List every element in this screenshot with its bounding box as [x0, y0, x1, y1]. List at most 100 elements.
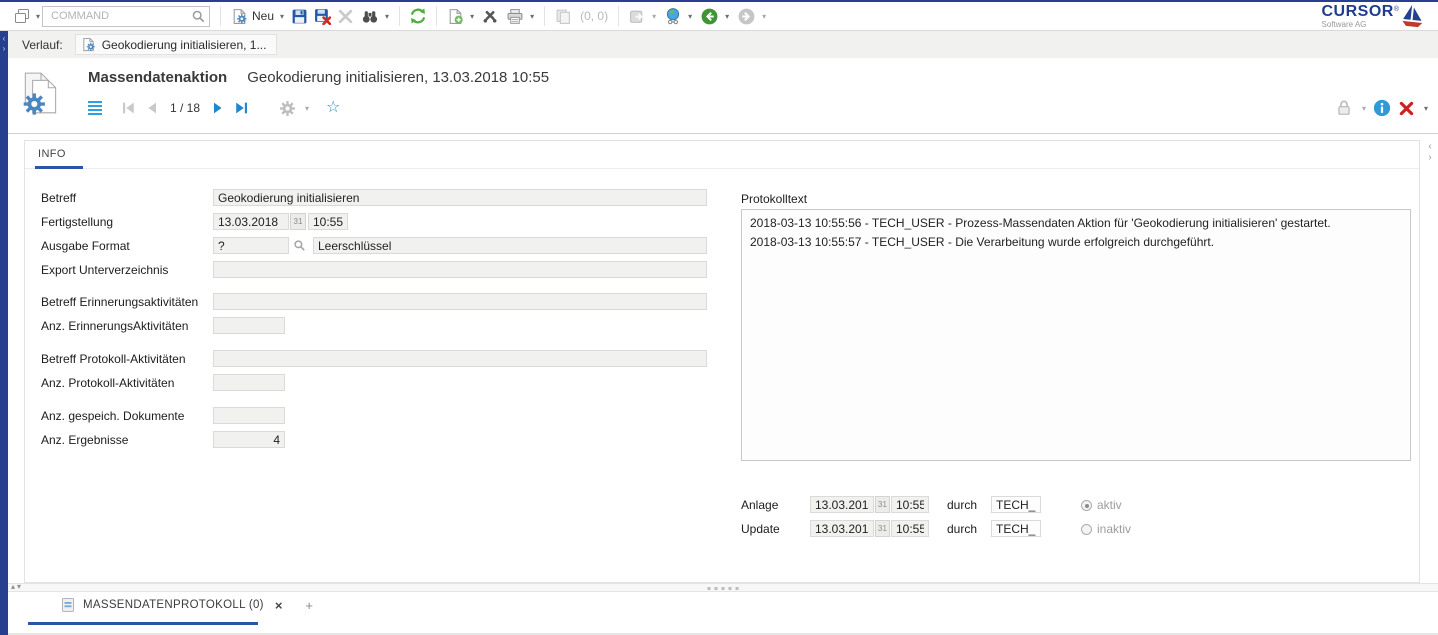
refresh-button[interactable] — [406, 5, 430, 27]
search-records-button[interactable]: ▾ — [357, 6, 393, 27]
search-records-caret[interactable]: ▾ — [385, 12, 389, 21]
history-bar: Verlauf: Geokodierung initialisieren, 1.… — [8, 31, 1438, 58]
export-caret[interactable]: ▾ — [652, 12, 656, 21]
navigate-forward-button[interactable]: ▾ — [733, 5, 770, 28]
log-line: 2018-03-13 10:55:56 - TECH_USER - Prozes… — [750, 214, 1402, 233]
document-plus-icon — [447, 8, 464, 25]
splitter-drag-handle[interactable] — [708, 587, 739, 590]
previous-record-button[interactable] — [144, 100, 160, 116]
save-close-icon — [314, 8, 331, 25]
betreff-erinnerungsaktivitaeten-input[interactable] — [213, 293, 707, 310]
copy-stack-icon — [555, 8, 572, 25]
window-switcher-caret[interactable]: ▾ — [36, 12, 40, 21]
delete-button[interactable] — [334, 6, 357, 27]
ausgabe-format-lookup-icon[interactable] — [293, 239, 306, 252]
record-detail-panel: INFO Betreff Fertigstellung 31 Ausgabe F… — [24, 140, 1420, 583]
ausgabe-format-key-input[interactable] — [213, 237, 289, 254]
horizontal-splitter[interactable]: ▴▾ — [8, 583, 1438, 592]
fertigstellung-date-input[interactable] — [213, 213, 289, 230]
search-icon[interactable] — [191, 9, 206, 24]
lock-icon[interactable] — [1335, 99, 1353, 117]
save-and-close-button[interactable] — [311, 6, 334, 27]
lock-caret[interactable]: ▾ — [1362, 104, 1366, 113]
anlage-user-input[interactable] — [991, 496, 1041, 513]
update-user-input[interactable] — [991, 520, 1041, 537]
new-record-button[interactable]: Neu ▾ — [227, 6, 288, 27]
inaktiv-radio[interactable] — [1081, 524, 1092, 535]
fertigstellung-calendar-button[interactable]: 31 — [290, 213, 306, 230]
betreff-protokoll-aktivitaeten-label: Betreff Protokoll-Aktivitäten — [41, 352, 186, 366]
close-record-caret[interactable]: ▾ — [1424, 104, 1428, 113]
anz-ergebnisse-input[interactable] — [213, 431, 285, 448]
globe-icon — [664, 7, 682, 25]
logo-subtitle: Software AG — [1321, 21, 1399, 29]
history-item[interactable]: Geokodierung initialisieren, 1... — [75, 34, 278, 55]
betreff-protokoll-aktivitaeten-input[interactable] — [213, 350, 707, 367]
bottom-tab-close-icon[interactable]: × — [275, 598, 283, 613]
anz-erinnerungsaktivitaeten-input[interactable] — [213, 317, 285, 334]
history-label: Verlauf: — [22, 38, 63, 52]
window-switcher-icon[interactable] — [10, 5, 34, 27]
web-user-button[interactable]: ▾ — [660, 5, 696, 27]
first-record-button[interactable] — [119, 100, 137, 116]
toolbar-separator — [399, 6, 400, 26]
anlage-date-input[interactable] — [810, 496, 874, 513]
favorite-star-icon[interactable]: ☆ — [326, 100, 340, 116]
info-icon[interactable] — [1373, 99, 1391, 117]
anz-protokoll-aktivitaeten-input[interactable] — [213, 374, 285, 391]
right-panel-collapse-left-icon[interactable]: ‹ — [1424, 141, 1436, 152]
export-button[interactable]: ▾ — [625, 6, 660, 27]
protokolltext-label: Protokolltext — [741, 192, 807, 206]
panel-collapse-left-icon[interactable]: ‹ — [0, 34, 8, 44]
anlage-calendar-button[interactable]: 31 — [875, 496, 890, 513]
fertigstellung-label: Fertigstellung — [41, 215, 113, 229]
tab-massendatenprotokoll[interactable]: MASSENDATENPROTOKOLL (0) × + — [60, 597, 313, 613]
next-record-button[interactable] — [210, 100, 226, 116]
close-record-icon[interactable] — [1398, 100, 1415, 117]
command-box — [42, 6, 210, 27]
splitter-collapse-down-icon[interactable]: ▾ — [17, 582, 23, 591]
navigate-back-caret[interactable]: ▾ — [725, 12, 729, 21]
delete-x-icon — [337, 8, 354, 25]
record-settings-caret[interactable]: ▾ — [305, 104, 309, 113]
update-time-input[interactable] — [891, 520, 929, 537]
add-document-button[interactable]: ▾ — [443, 6, 478, 27]
fertigstellung-time-input[interactable] — [308, 213, 348, 230]
web-user-caret[interactable]: ▾ — [688, 12, 692, 21]
export-unterverzeichnis-input[interactable] — [213, 261, 707, 278]
panel-collapse-right-icon[interactable]: › — [0, 44, 8, 54]
menu-icon[interactable] — [86, 99, 104, 117]
protokolltext-area[interactable]: 2018-03-13 10:55:56 - TECH_USER - Prozes… — [741, 209, 1411, 461]
add-document-caret[interactable]: ▾ — [470, 12, 474, 21]
anz-gespeich-dokumente-input[interactable] — [213, 407, 285, 424]
navigate-forward-caret[interactable]: ▾ — [762, 12, 766, 21]
history-item-record-icon — [81, 37, 96, 52]
tools-button[interactable] — [478, 6, 502, 27]
record-header: Massendatenaktion Geokodierung initialis… — [8, 58, 1438, 134]
record-settings-gear-icon[interactable] — [279, 100, 296, 117]
command-input[interactable] — [49, 9, 191, 23]
update-calendar-button[interactable]: 31 — [875, 520, 890, 537]
aktiv-radio[interactable] — [1081, 500, 1092, 511]
right-panel-collapse-right-icon[interactable]: › — [1424, 152, 1436, 163]
tab-info[interactable]: INFO — [38, 148, 66, 160]
update-label: Update — [741, 522, 780, 536]
protocol-list-icon — [60, 597, 76, 613]
anlage-time-input[interactable] — [891, 496, 929, 513]
export-icon — [629, 8, 646, 25]
last-record-button[interactable] — [233, 100, 251, 116]
betreff-input[interactable] — [213, 189, 707, 206]
print-button[interactable]: ▾ — [502, 6, 538, 27]
back-circle-icon — [700, 7, 719, 26]
anlage-durch-label: durch — [947, 498, 977, 512]
ausgabe-format-value-input[interactable] — [313, 237, 707, 254]
new-button-caret[interactable]: ▾ — [280, 12, 284, 21]
toolbar-separator — [220, 6, 221, 26]
pager-position: 1 / 18 — [170, 101, 200, 115]
bottom-tab-add-icon[interactable]: + — [305, 598, 313, 613]
navigate-back-button[interactable]: ▾ — [696, 5, 733, 28]
save-button[interactable] — [288, 6, 311, 27]
print-caret[interactable]: ▾ — [530, 12, 534, 21]
update-date-input[interactable] — [810, 520, 874, 537]
detail-tab-bar: INFO — [25, 141, 1419, 169]
